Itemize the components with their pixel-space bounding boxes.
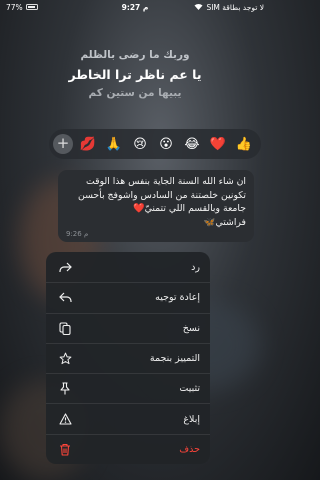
menu-item-label: التمييز بنجمة — [149, 353, 200, 365]
menu-reply[interactable]: رد — [46, 252, 210, 282]
reaction-pray[interactable]: 🙏 — [103, 137, 125, 152]
message-bubble[interactable]: ان شاء الله السنة الجاية بنفس هذا الوقت … — [58, 170, 254, 242]
menu-copy[interactable]: نسخ — [46, 312, 210, 343]
reaction-laugh[interactable]: 😂 — [181, 137, 203, 152]
battery-percent: 77% — [6, 2, 23, 12]
forward-icon — [58, 291, 72, 305]
trash-icon — [58, 442, 72, 456]
menu-report[interactable]: إبلاغ — [46, 403, 210, 433]
reaction-wow[interactable]: 😮 — [155, 137, 177, 152]
status-time: 9:27 م — [121, 2, 149, 12]
report-icon — [58, 412, 72, 426]
more-reactions-plus-icon[interactable]: + — [53, 134, 73, 154]
reaction-heart[interactable]: ❤️ — [207, 137, 229, 152]
battery-icon — [25, 4, 38, 10]
reaction-bar: + 💋 🙏 😢 😮 😂 ❤️ 👍 — [49, 129, 261, 159]
background-quote: وربك ما رضى بالظلم يا عم ناظر ترا الخاطر… — [0, 46, 270, 103]
star-icon — [58, 352, 72, 366]
menu-star[interactable]: التمييز بنجمة — [46, 342, 210, 373]
message-time: 9:26 م — [66, 230, 89, 238]
context-menu: رد إعادة توجيه نسخ التمييز بنجمة تثبيت إ… — [46, 252, 210, 464]
menu-pin[interactable]: تثبيت — [46, 373, 210, 403]
menu-item-label: نسخ — [182, 322, 200, 334]
menu-item-label: تثبيت — [179, 383, 200, 395]
wifi-icon — [194, 3, 203, 12]
reaction-thumbs-up[interactable]: 👍 — [233, 137, 255, 152]
quote-line-3: يبيها من ستين كم — [88, 87, 182, 99]
status-bar: 77% 9:27 م لا توجد بطاقة SIM — [0, 0, 270, 14]
menu-item-label: حذف — [179, 443, 200, 455]
menu-forward[interactable]: إعادة توجيه — [46, 282, 210, 312]
copy-icon — [58, 321, 72, 335]
menu-item-label: رد — [191, 261, 200, 273]
menu-delete[interactable]: حذف — [46, 433, 210, 464]
reaction-kiss[interactable]: 💋 — [77, 137, 99, 152]
pin-icon — [58, 382, 72, 396]
quote-line-2: يا عم ناظر ترا الخاطر — [68, 67, 202, 82]
quote-line-1: وربك ما رضى بالظلم — [80, 49, 190, 61]
reaction-cry[interactable]: 😢 — [129, 137, 151, 152]
reply-icon — [58, 260, 72, 274]
carrier-text: لا توجد بطاقة SIM — [206, 2, 264, 12]
menu-item-label: إعادة توجيه — [155, 292, 200, 304]
menu-item-label: إبلاغ — [183, 413, 200, 425]
message-text: ان شاء الله السنة الجاية بنفس هذا الوقت … — [78, 176, 246, 228]
